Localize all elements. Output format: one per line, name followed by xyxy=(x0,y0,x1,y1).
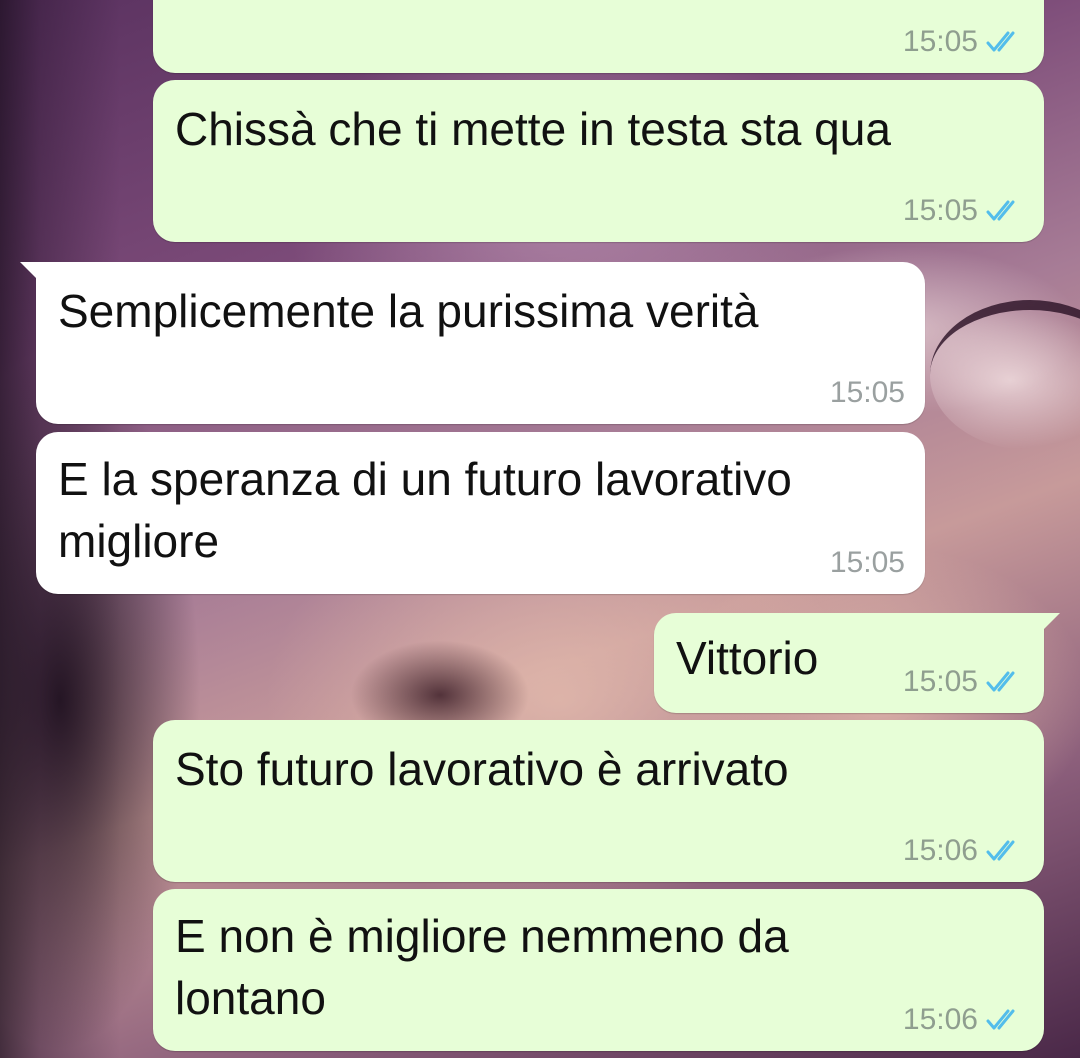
message-text: Chissà che ti mette in testa sta qua xyxy=(175,103,891,155)
message-text: Sto futuro lavorativo è arrivato xyxy=(175,743,789,795)
bubble-tail xyxy=(1038,613,1060,635)
message-text: Vittorio xyxy=(676,632,819,684)
message-time: 15:06 xyxy=(902,834,978,867)
message-meta: 15:05 xyxy=(830,546,905,580)
message-meta: 15:05 xyxy=(903,665,1024,699)
message-time: 15:05 xyxy=(829,546,905,579)
message-bubble-incoming[interactable]: E la speranza di un futuro lavorativo mi… xyxy=(36,432,925,594)
double-check-icon xyxy=(986,200,1015,221)
message-meta: 15:05 xyxy=(830,376,905,410)
double-check-icon xyxy=(986,840,1015,861)
double-check-icon xyxy=(986,671,1015,692)
double-check-icon xyxy=(986,31,1015,52)
message-bubble-outgoing[interactable]: 15:05 xyxy=(153,0,1044,73)
message-time: 15:05 xyxy=(902,25,978,58)
message-meta: 15:05 xyxy=(903,25,1024,59)
message-time: 15:05 xyxy=(902,665,978,698)
message-meta: 15:06 xyxy=(903,834,1024,868)
message-meta: 15:05 xyxy=(903,194,1024,228)
message-meta: 15:06 xyxy=(903,1003,1024,1037)
message-text: Semplicemente la purissima verità xyxy=(58,285,759,337)
double-check-icon xyxy=(986,1009,1015,1030)
message-bubble-outgoing[interactable]: Vittorio 15:05 xyxy=(654,613,1060,713)
message-bubble-outgoing[interactable]: E non è migliore nemmeno da lontano 15:0… xyxy=(153,889,1044,1051)
message-time: 15:05 xyxy=(902,194,978,227)
message-bubble-outgoing[interactable]: Sto futuro lavorativo è arrivato 15:06 xyxy=(153,720,1044,882)
bubble-tail xyxy=(20,262,42,284)
wallpaper-eye xyxy=(930,300,1080,450)
message-bubble-outgoing[interactable]: Chissà che ti mette in testa sta qua 15:… xyxy=(153,80,1044,242)
message-time: 15:06 xyxy=(902,1003,978,1036)
message-bubble-incoming[interactable]: Semplicemente la purissima verità 15:05 xyxy=(20,262,925,424)
message-text: E la speranza di un futuro lavorativo mi… xyxy=(58,453,792,567)
message-text: E non è migliore nemmeno da lontano xyxy=(175,910,789,1024)
message-time: 15:05 xyxy=(829,376,905,409)
